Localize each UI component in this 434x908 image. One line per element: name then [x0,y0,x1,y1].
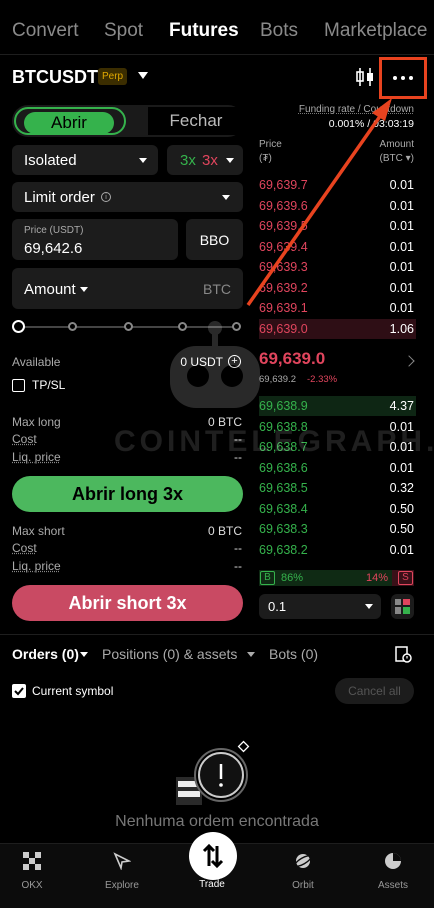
nav-assets-label: Assets [377,880,408,891]
assets-pie-icon [358,852,428,874]
explore-icon [87,852,157,874]
bottom-navigation: OKX Explore Trade Orbit Assets [0,832,434,908]
nav-assets[interactable]: Assets [358,852,428,891]
nav-orbit-label: Orbit [292,880,314,891]
trade-icon [189,832,237,880]
nav-okx-label: OKX [21,880,43,891]
nav-orbit[interactable]: Orbit [268,852,338,891]
nav-explore[interactable]: Explore [87,852,157,891]
nav-explore-label: Explore [105,880,139,891]
nav-trade[interactable]: Trade [177,879,247,890]
okx-logo-icon [0,852,67,874]
orbit-icon [268,852,338,874]
annotation-arrow [246,98,392,307]
nav-okx[interactable]: OKX [0,852,67,891]
